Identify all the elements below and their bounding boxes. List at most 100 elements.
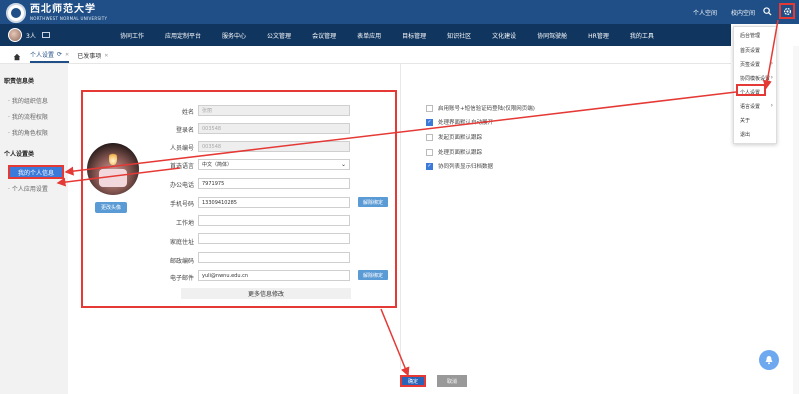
scrollbar[interactable] — [793, 46, 799, 394]
close-icon[interactable]: ✕ — [65, 52, 69, 58]
option-sms-login[interactable]: 启用账号+短信验证码登陆(仅限网页端) — [426, 104, 535, 112]
label-office-phone: 办公电话 — [169, 182, 194, 189]
home-address-field[interactable] — [198, 233, 350, 244]
tab-label: 个人设置 — [30, 52, 55, 59]
label-language: 首选语言 — [169, 163, 194, 170]
nav-item[interactable]: 公文管理 — [267, 31, 291, 40]
tab-sent-items[interactable]: 已发事项 ✕ — [77, 51, 108, 62]
checkbox[interactable] — [426, 133, 433, 141]
confirm-button[interactable]: 确定 — [400, 375, 426, 387]
nav-item[interactable]: 我的工具 — [630, 31, 654, 40]
change-photo-button[interactable]: 更改头像 — [95, 202, 127, 213]
menu-item-template-settings[interactable]: 协同模板设置 — [740, 75, 770, 82]
logo-chinese-name: 西北师范大学 — [30, 4, 96, 15]
sidebar-item-flow[interactable]: · 我的流程权限 — [8, 112, 48, 121]
more-info-button[interactable]: 更多信息修改 — [181, 288, 351, 299]
arrow-form-to-confirm — [380, 308, 410, 377]
unbind-mobile-button[interactable]: 解除绑定 — [358, 197, 388, 207]
checkbox-checked[interactable]: ✓ — [426, 118, 433, 126]
label-staff-id: 人员编号 — [169, 145, 194, 152]
option-show-archive[interactable]: ✓ 协同列表显示归档数据 — [426, 162, 493, 170]
option-track-start[interactable]: 发起页面默认跟踪 — [426, 133, 482, 141]
sidebar-section-title: 职责信息类 — [4, 78, 35, 85]
home-icon[interactable] — [12, 52, 22, 62]
mail-icon[interactable] — [41, 32, 50, 38]
nav-item[interactable]: 知识社区 — [447, 31, 471, 40]
campus-space-link[interactable]: 校内空间 — [731, 8, 755, 17]
option-label: 发起页面默认跟踪 — [438, 135, 483, 141]
label-mobile: 手机号码 — [169, 201, 194, 208]
user-info[interactable]: 3人 — [8, 28, 50, 42]
avatar[interactable] — [8, 28, 22, 42]
logo-english-name: NORTHWEST NORMAL UNIVERSITY — [30, 16, 108, 21]
option-label: 处理页面默认跟踪 — [438, 150, 483, 156]
nav-item[interactable]: 服务中心 — [222, 31, 246, 40]
gear-icon[interactable] — [779, 3, 795, 19]
university-logo[interactable]: 西北师范大学 NORTHWEST NORMAL UNIVERSITY — [6, 3, 107, 23]
search-icon[interactable] — [759, 3, 775, 19]
checkbox[interactable] — [426, 148, 433, 156]
cancel-button[interactable]: 取消 — [437, 375, 467, 387]
menu-item-language[interactable]: 语言设置 — [740, 103, 760, 110]
label-login: 登录名 — [175, 127, 194, 134]
bell-icon[interactable] — [759, 350, 779, 370]
option-track-process[interactable]: 处理页面默认跟踪 — [426, 148, 482, 156]
seal-icon — [6, 3, 26, 23]
checkbox-checked[interactable]: ✓ — [426, 162, 433, 170]
label-postcode: 邮政编码 — [169, 258, 194, 265]
personal-settings-highlight — [736, 84, 766, 96]
option-auto-expand[interactable]: ✓ 处理界面默认自动展开 — [426, 118, 493, 126]
nav-item[interactable]: 目标管理 — [402, 31, 426, 40]
label-home-address: 家庭住址 — [169, 239, 194, 246]
close-icon[interactable]: ✕ — [104, 53, 108, 59]
sidebar-section-title: 个人设置类 — [4, 151, 35, 158]
chevron-right-icon: › — [770, 60, 773, 67]
name-field: 张丽 — [198, 105, 350, 116]
sidebar-item-my-info[interactable]: 我的个人信息 — [8, 165, 64, 179]
nav-item[interactable]: 协同工作 — [120, 31, 144, 40]
language-value: 中文（简体） — [202, 162, 233, 168]
unbind-email-button[interactable]: 解除绑定 — [358, 270, 388, 280]
profile-photo — [87, 143, 139, 195]
checkbox[interactable] — [426, 104, 433, 112]
chevron-right-icon: › — [770, 74, 773, 81]
option-label: 处理界面默认自动展开 — [438, 120, 494, 126]
sidebar: 职责信息类 · 我的组织信息 · 我的流程权限 · 我的角色权限 个人设置类 ·… — [0, 64, 68, 394]
nav-item[interactable]: 表单应用 — [357, 31, 381, 40]
sidebar-item-role[interactable]: · 我的角色权限 — [8, 128, 48, 137]
sidebar-item-app-settings[interactable]: · 个人应用设置 — [8, 184, 48, 193]
mobile-field[interactable]: 13309410285 — [198, 197, 350, 208]
menu-item-admin[interactable]: 后台管理 — [740, 32, 760, 39]
online-count: 3人 — [26, 32, 36, 40]
language-select[interactable]: 中文（简体） ⌄ — [198, 159, 350, 170]
top-header: 西北师范大学 NORTHWEST NORMAL UNIVERSITY 个人空间 … — [0, 0, 799, 24]
sidebar-item-org[interactable]: · 我的组织信息 — [8, 96, 48, 105]
postcode-field[interactable] — [198, 252, 350, 263]
login-field: 003548 — [198, 123, 350, 134]
refresh-icon[interactable]: ⟳ — [57, 51, 62, 58]
personal-space-link[interactable]: 个人空间 — [693, 8, 717, 17]
nav-item[interactable]: 文化建设 — [492, 31, 516, 40]
office-phone-field[interactable]: 7971975 — [198, 178, 350, 189]
label-name: 姓名 — [181, 109, 194, 116]
workplace-field[interactable] — [198, 215, 350, 226]
menu-item-about[interactable]: 关于 — [740, 117, 750, 124]
nav-item[interactable]: 应用定制平台 — [165, 31, 201, 40]
nav-item[interactable]: HR管理 — [588, 31, 609, 40]
menu-item-home-settings[interactable]: 首页设置 — [740, 47, 760, 54]
label-workplace: 工作地 — [175, 220, 194, 227]
menu-item-logout[interactable]: 退出 — [740, 131, 750, 138]
main-nav: 3人 协同工作 应用定制平台 服务中心 公文管理 会议管理 表单应用 目标管理 … — [0, 24, 731, 46]
option-label: 启用账号+短信验证码登陆(仅限网页端) — [438, 106, 535, 112]
tab-bar: 个人设置 ⟳ ✕ 已发事项 ✕ — [0, 50, 731, 64]
tab-personal-settings[interactable]: 个人设置 ⟳ ✕ — [30, 50, 70, 63]
chevron-down-icon: ⌄ — [340, 161, 346, 168]
nav-item[interactable]: 协同驾驶舱 — [537, 31, 567, 40]
menu-item-tab-settings[interactable]: 页签设置 — [740, 61, 760, 68]
nav-item[interactable]: 会议管理 — [312, 31, 336, 40]
label-email: 电子邮件 — [169, 275, 194, 282]
chevron-right-icon: › — [770, 102, 773, 109]
tab-label: 已发事项 — [77, 53, 102, 60]
email-field[interactable]: yuli@nwnu.edu.cn — [198, 270, 350, 281]
option-label: 协同列表显示归档数据 — [438, 164, 494, 170]
